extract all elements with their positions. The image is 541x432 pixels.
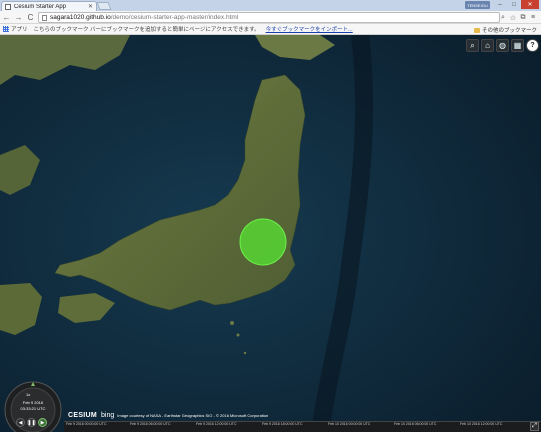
- cesium-logo[interactable]: CESIUM: [68, 412, 97, 419]
- other-bookmarks-label: その他のブックマーク: [481, 28, 537, 34]
- apps-bookmark[interactable]: アプリ: [11, 25, 28, 33]
- browser-window: Cesium Starter App ✕ TENSEIGU – □ ✕ ← → …: [0, 0, 541, 432]
- page-favicon-icon: [5, 3, 11, 10]
- close-window-button[interactable]: ✕: [521, 0, 539, 9]
- address-bar[interactable]: sagara1020.github.io /demo/cesium-starte…: [38, 12, 500, 23]
- animation-buttons: ◀ ❚❚ ▶: [16, 418, 47, 427]
- timeline-tick-label: Feb 9 2016 06:00:00 UTC: [130, 422, 171, 426]
- tab-title: Cesium Starter App: [14, 3, 67, 10]
- animation-widget[interactable]: 1x Feb 9 2016 03:33:21 UTC ◀ ❚❚ ▶: [2, 378, 64, 432]
- timeline[interactable]: Feb 9 2016 00:00:00 UTC Feb 9 2016 06:00…: [64, 421, 541, 432]
- fullscreen-icon[interactable]: ⤢: [530, 422, 539, 431]
- cesium-toolbar: ⌕ ⌂ ◍ ▦ ?: [466, 39, 539, 52]
- island: [243, 351, 247, 355]
- tokyo-marker[interactable]: [239, 218, 287, 266]
- page-info-icon[interactable]: [42, 14, 47, 21]
- bing-logo[interactable]: bing: [101, 412, 114, 419]
- tab-strip: Cesium Starter App ✕ TENSEIGU – □ ✕: [0, 0, 541, 11]
- extension-icon[interactable]: ⧉: [518, 12, 528, 23]
- bookmarks-bar: アプリ こちらのブックマーク バーにブックマークを追加すると簡単にページにアクセ…: [0, 24, 541, 35]
- new-tab-button[interactable]: [96, 2, 112, 10]
- url-host: sagara1020.github.io: [50, 14, 111, 21]
- maximize-button[interactable]: □: [507, 0, 521, 9]
- window-controls: – □ ✕: [493, 0, 539, 9]
- timeline-tick-label: Feb 10 2016 12:00:00 UTC: [460, 422, 503, 426]
- play-icon[interactable]: ▶: [38, 418, 47, 427]
- home-icon[interactable]: ⌂: [481, 39, 494, 52]
- pause-icon[interactable]: ❚❚: [27, 418, 36, 427]
- rewind-icon[interactable]: ◀: [16, 418, 25, 427]
- toolbar-actions: ⌕ ☆ ⧉ ≡: [498, 12, 538, 23]
- url-path: /demo/cesium-starter-app-master/index.ht…: [110, 14, 239, 21]
- island: [230, 321, 234, 325]
- back-button[interactable]: ←: [1, 12, 12, 23]
- island: [236, 333, 240, 337]
- animation-speed: 1x: [26, 392, 31, 397]
- tab-cesium-starter-app[interactable]: Cesium Starter App ✕: [1, 1, 97, 11]
- help-icon[interactable]: ?: [526, 39, 539, 52]
- timeline-tick-label: Feb 9 2016 12:00:00 UTC: [196, 422, 237, 426]
- forward-button[interactable]: →: [13, 12, 24, 23]
- zoom-icon[interactable]: ⌕: [498, 12, 508, 23]
- globe-map[interactable]: [0, 35, 541, 432]
- star-icon[interactable]: ☆: [508, 12, 518, 23]
- animation-time: 03:33:21 UTC: [20, 406, 46, 411]
- browser-toolbar: ← → C sagara1020.github.io /demo/cesium-…: [0, 11, 541, 24]
- tab-close-icon[interactable]: ✕: [88, 3, 93, 10]
- search-icon[interactable]: ⌕: [466, 39, 479, 52]
- credits-bar: CESIUM bing Image courtesy of NASA - Ear…: [68, 412, 268, 419]
- other-bookmarks[interactable]: その他のブックマーク: [473, 26, 537, 34]
- profile-button[interactable]: TENSEIGU: [465, 1, 490, 9]
- layers-icon[interactable]: ▦: [511, 39, 524, 52]
- timeline-tick-label: Feb 9 2016 18:00:00 UTC: [262, 422, 303, 426]
- globe-icon[interactable]: ◍: [496, 39, 509, 52]
- imagery-credit: Image courtesy of NASA - Earthstar Geogr…: [117, 413, 269, 418]
- apps-icon[interactable]: [3, 26, 9, 32]
- timeline-tick-label: Feb 9 2016 00:00:00 UTC: [66, 422, 107, 426]
- animation-date: Feb 9 2016: [22, 400, 44, 405]
- cesium-viewer[interactable]: ⌕ ⌂ ◍ ▦ ? 1x Feb 9 2016 03:33:21 UTC ◀ ❚…: [0, 35, 541, 432]
- timeline-tick-label: Feb 10 2016 00:00:00 UTC: [328, 422, 371, 426]
- reload-button[interactable]: C: [25, 12, 36, 23]
- menu-icon[interactable]: ≡: [528, 12, 538, 23]
- bookmarks-hint: こちらのブックマーク バーにブックマークを追加すると簡単にページにアクセスできま…: [33, 27, 260, 33]
- timeline-tick-label: Feb 10 2016 06:00:00 UTC: [394, 422, 437, 426]
- import-bookmarks-link[interactable]: 今すぐブックマークをインポート...: [266, 25, 353, 33]
- folder-icon: [473, 27, 480, 33]
- minimize-button[interactable]: –: [493, 0, 507, 9]
